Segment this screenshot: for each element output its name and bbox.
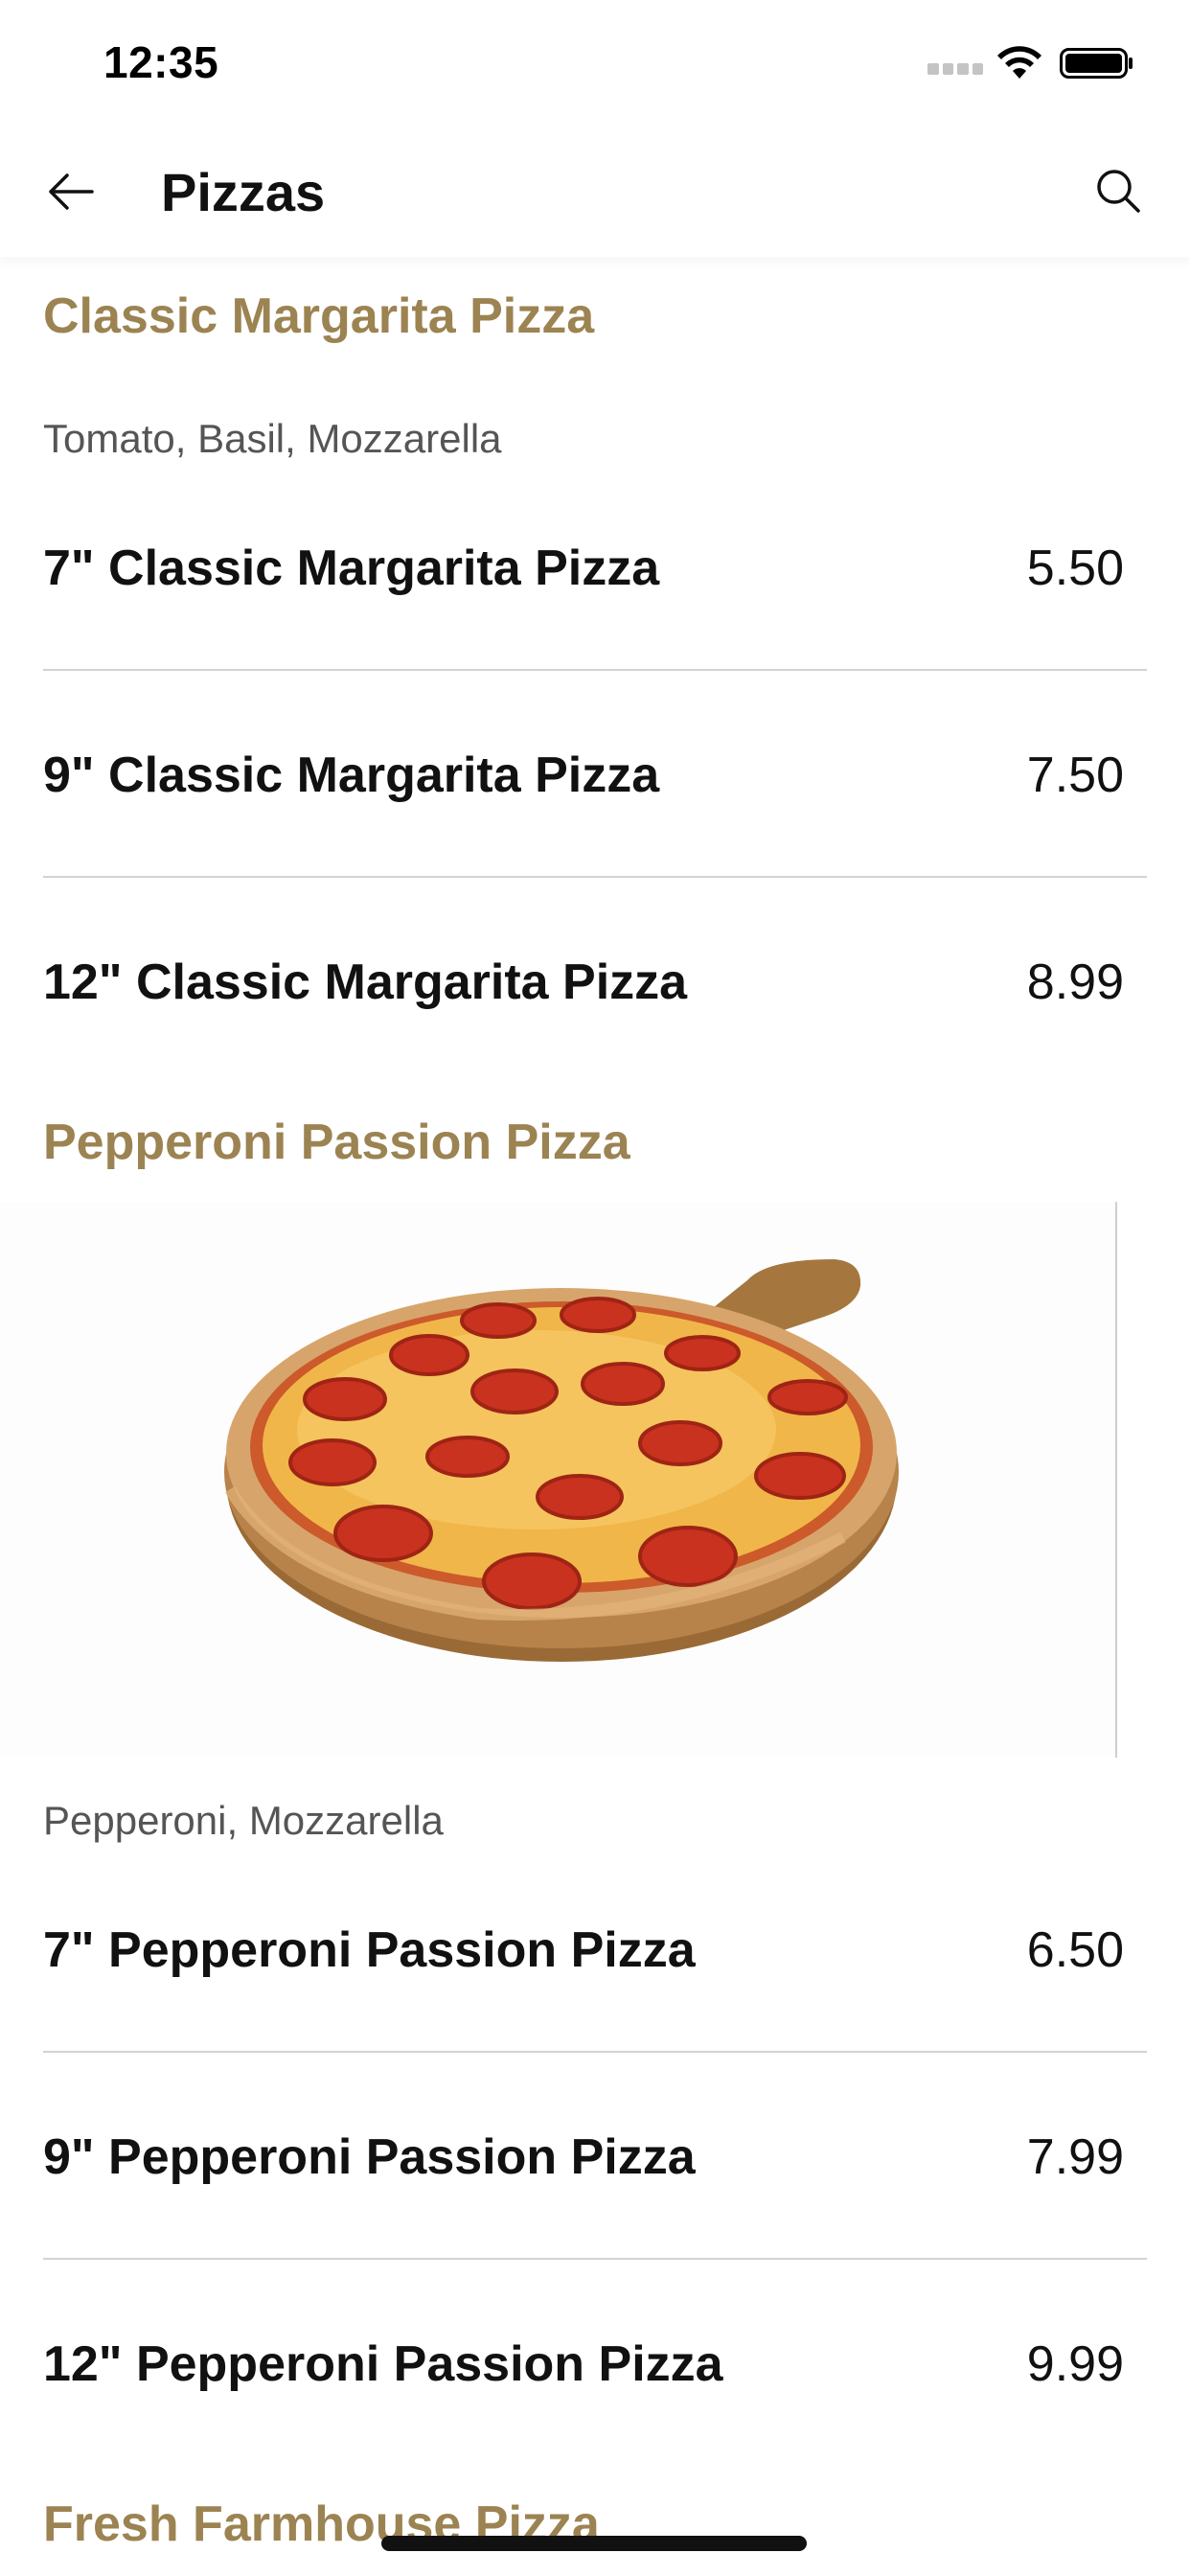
status-icons [927,44,1134,82]
battery-icon [1060,48,1133,79]
menu-item-row[interactable]: 7" Classic Margarita Pizza 5.50 [43,496,1147,702]
divider [43,2051,1147,2053]
search-icon [1097,170,1140,213]
status-time: 12:35 [103,37,219,87]
menu-item-row[interactable]: 9" Pepperoni Passion Pizza 7.99 [43,2085,1147,2291]
menu-item-row[interactable]: 9" Classic Margarita Pizza 7.50 [43,703,1147,909]
arrow-left-icon [49,173,94,210]
section-description-classic-margarita: Tomato, Basil, Mozzarella [43,416,502,461]
home-indicator[interactable] [381,2536,807,2551]
status-bar: 12:35 [0,0,1190,126]
signal-icon [927,63,983,75]
menu-item-price: 7.50 [1026,748,1124,803]
wifi-icon [997,46,1041,79]
menu-item-row[interactable]: 12" Classic Margarita Pizza 8.99 [43,910,1147,1116]
back-button[interactable] [34,155,107,228]
menu-item-price: 7.99 [1026,2129,1124,2185]
pepperoni-pizza-image [0,1202,1117,1758]
menu-item-name: 12" Classic Margarita Pizza [43,954,688,1010]
page-title: Pizzas [161,162,326,222]
section-title-classic-margarita: Classic Margarita Pizza [43,288,595,344]
pizza-illustration [224,1259,899,1662]
menu-item-price: 9.99 [1026,2336,1124,2392]
menu-item-name: 7" Pepperoni Passion Pizza [43,1922,696,1978]
menu-item-price: 5.50 [1026,540,1124,596]
divider [43,669,1147,671]
menu-item-name: 9" Pepperoni Passion Pizza [43,2129,696,2185]
menu-item-price: 8.99 [1026,954,1124,1010]
menu-item-name: 12" Pepperoni Passion Pizza [43,2336,723,2392]
search-button[interactable] [1083,155,1156,228]
menu-item-row[interactable]: 12" Pepperoni Passion Pizza 9.99 [43,2292,1147,2498]
section-title-pepperoni-passion: Pepperoni Passion Pizza [43,1115,630,1170]
menu-item-name: 9" Classic Margarita Pizza [43,748,660,803]
menu-item-row[interactable]: 7" Pepperoni Passion Pizza 6.50 [43,1878,1147,2084]
section-description-pepperoni-passion: Pepperoni, Mozzarella [43,1798,444,1843]
divider [43,876,1147,878]
nav-bar: Pizzas [0,126,1190,257]
menu-item-price: 6.50 [1026,1922,1124,1978]
divider [43,2258,1147,2260]
menu-item-name: 7" Classic Margarita Pizza [43,540,660,596]
menu-list[interactable]: Classic Margarita Pizza Tomato, Basil, M… [0,257,1190,2576]
